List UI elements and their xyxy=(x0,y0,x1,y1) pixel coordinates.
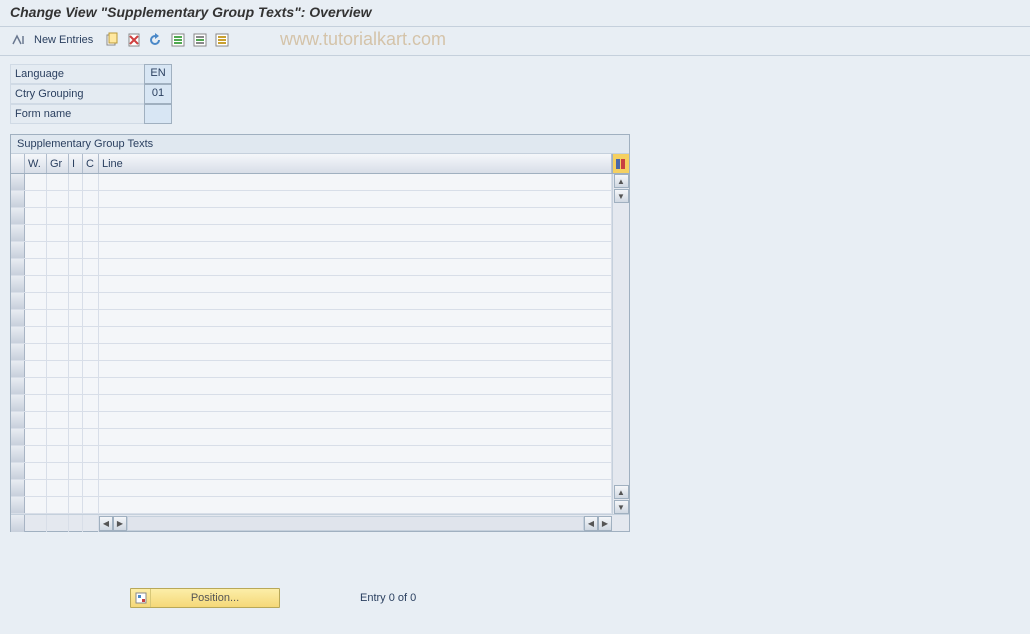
scroll-up-icon[interactable]: ▲ xyxy=(614,174,629,188)
table-row[interactable] xyxy=(11,395,612,412)
position-button[interactable]: Position... xyxy=(130,588,280,608)
table-row[interactable] xyxy=(11,225,612,242)
column-i[interactable]: I xyxy=(69,154,83,173)
table-row[interactable] xyxy=(11,276,612,293)
language-label: Language xyxy=(10,64,144,84)
table-row[interactable] xyxy=(11,446,612,463)
delete-icon[interactable] xyxy=(125,31,143,49)
configure-columns-icon[interactable] xyxy=(612,154,629,173)
column-gr[interactable]: Gr xyxy=(47,154,69,173)
table-row[interactable] xyxy=(11,293,612,310)
table-rows-area[interactable] xyxy=(11,174,612,514)
application-toolbar: New Entries www.tutorialkart.com xyxy=(0,27,1030,56)
ctry-grouping-field[interactable]: 01 xyxy=(144,84,172,104)
table-row[interactable] xyxy=(11,429,612,446)
watermark-text: www.tutorialkart.com xyxy=(280,29,446,50)
ctry-grouping-label: Ctry Grouping xyxy=(10,84,144,104)
title-bar: Change View "Supplementary Group Texts":… xyxy=(0,0,1030,27)
table-row[interactable] xyxy=(11,344,612,361)
table-row[interactable] xyxy=(11,480,612,497)
other-view-icon[interactable] xyxy=(10,31,28,49)
position-button-label: Position... xyxy=(151,592,279,604)
scroll-left-icon[interactable]: ◀ xyxy=(584,516,598,531)
table-row[interactable] xyxy=(11,497,612,514)
page-title: Change View "Supplementary Group Texts":… xyxy=(10,4,372,20)
table-row[interactable] xyxy=(11,191,612,208)
horizontal-scrollbar[interactable]: ◀ ▶ ◀ ▶ xyxy=(11,514,629,531)
scroll-track[interactable] xyxy=(127,516,584,531)
select-all-icon[interactable] xyxy=(169,31,187,49)
table-header-row: W. Gr I C Line xyxy=(11,154,629,174)
table-row[interactable] xyxy=(11,174,612,191)
table-row[interactable] xyxy=(11,361,612,378)
table-row[interactable] xyxy=(11,242,612,259)
vertical-scrollbar[interactable]: ▲ ▼ ▲ ▼ xyxy=(612,174,629,514)
column-c[interactable]: C xyxy=(83,154,99,173)
column-selector[interactable] xyxy=(11,154,25,173)
column-line[interactable]: Line xyxy=(99,154,612,173)
scroll-up-icon[interactable]: ▲ xyxy=(614,485,629,499)
table-row[interactable] xyxy=(11,327,612,344)
form-name-field[interactable] xyxy=(144,104,172,124)
table-row[interactable] xyxy=(11,310,612,327)
table-body: ▲ ▼ ▲ ▼ xyxy=(11,174,629,514)
form-name-label: Form name xyxy=(10,104,144,124)
language-field[interactable]: EN xyxy=(144,64,172,84)
entry-count-text: Entry 0 of 0 xyxy=(360,592,416,604)
undo-change-icon[interactable] xyxy=(147,31,165,49)
table-title: Supplementary Group Texts xyxy=(11,135,629,154)
new-entries-button[interactable]: New Entries xyxy=(34,34,93,46)
select-block-icon[interactable] xyxy=(191,31,209,49)
table-row[interactable] xyxy=(11,463,612,480)
column-w[interactable]: W. xyxy=(25,154,47,173)
position-icon xyxy=(131,589,151,607)
scroll-right-icon[interactable]: ▶ xyxy=(113,516,127,531)
table-row[interactable] xyxy=(11,259,612,276)
scroll-down-icon[interactable]: ▼ xyxy=(614,189,629,203)
deselect-all-icon[interactable] xyxy=(213,31,231,49)
footer-bar: Position... Entry 0 of 0 xyxy=(0,588,1030,608)
table-row[interactable] xyxy=(11,412,612,429)
table-container: Supplementary Group Texts W. Gr I C Line xyxy=(10,134,630,532)
scroll-left-icon[interactable]: ◀ xyxy=(99,516,113,531)
scroll-right-icon[interactable]: ▶ xyxy=(598,516,612,531)
copy-as-icon[interactable] xyxy=(103,31,121,49)
scroll-down-icon[interactable]: ▼ xyxy=(614,500,629,514)
table-row[interactable] xyxy=(11,378,612,395)
header-fields: Language EN Ctry Grouping 01 Form name xyxy=(0,56,1030,134)
table-row[interactable] xyxy=(11,208,612,225)
